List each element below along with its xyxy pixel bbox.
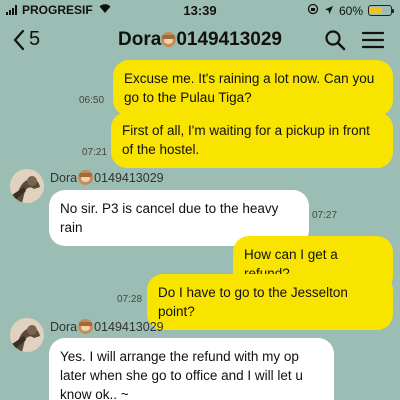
message-time: 06:50 bbox=[79, 95, 105, 106]
search-icon[interactable] bbox=[324, 29, 346, 51]
sender-name: Dora 0149413029 bbox=[50, 319, 164, 334]
see-no-evil-monkey-icon bbox=[78, 170, 94, 185]
outgoing-message[interactable]: Excuse me. It's raining a lot now. Can y… bbox=[113, 60, 393, 116]
outgoing-message[interactable]: Do I have to go to the Jesselton point? bbox=[147, 274, 393, 330]
message-text: No sir. P3 is cancel due to the heavy ra… bbox=[60, 201, 279, 235]
message-text: First of all, I'm waiting for a pickup i… bbox=[122, 123, 370, 157]
message-time: 07:28 bbox=[117, 294, 143, 305]
battery-icon bbox=[368, 5, 394, 16]
message-time: 07:27 bbox=[312, 210, 338, 221]
contact-number: 0149413029 bbox=[176, 29, 282, 50]
contact-name: Dora bbox=[118, 29, 162, 50]
rotation-lock-icon bbox=[307, 3, 319, 18]
incoming-message[interactable]: Yes. I will arrange the refund with my o… bbox=[49, 338, 334, 400]
see-no-evil-monkey-icon bbox=[78, 319, 94, 334]
see-no-evil-monkey-icon bbox=[161, 32, 177, 48]
message-text: Yes. I will arrange the refund with my o… bbox=[60, 349, 303, 400]
message-time: 07:21 bbox=[82, 147, 108, 158]
sender-number: 0149413029 bbox=[94, 319, 164, 334]
sender-label: Dora bbox=[50, 170, 78, 185]
sender-number: 0149413029 bbox=[94, 170, 164, 185]
sender-name: Dora 0149413029 bbox=[50, 170, 164, 185]
avatar[interactable] bbox=[10, 318, 44, 352]
battery-percent: 60% bbox=[338, 3, 363, 18]
hamburger-menu-icon[interactable] bbox=[362, 31, 384, 49]
message-text: Do I have to go to the Jesselton point? bbox=[158, 285, 348, 319]
outgoing-message[interactable]: First of all, I'm waiting for a pickup i… bbox=[111, 112, 393, 168]
status-bar: PROGRESIF 13:39 60% bbox=[0, 0, 400, 20]
message-text: Excuse me. It's raining a lot now. Can y… bbox=[124, 71, 375, 105]
avatar[interactable] bbox=[10, 169, 44, 203]
status-right: 60% bbox=[307, 3, 394, 18]
battery-fill bbox=[370, 7, 382, 14]
chat-header: 5 Dora 0149413029 bbox=[0, 22, 400, 60]
location-icon bbox=[324, 4, 334, 18]
sender-label: Dora bbox=[50, 319, 78, 334]
